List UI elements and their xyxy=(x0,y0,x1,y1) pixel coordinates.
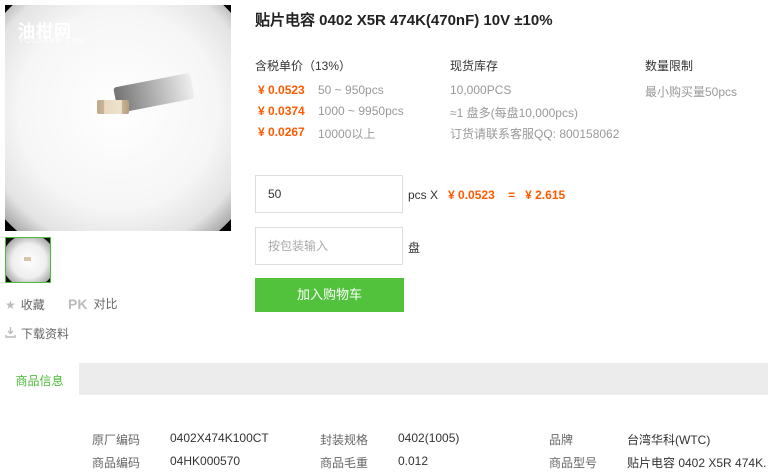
stock-quantity: 10,000PCS xyxy=(450,83,512,97)
favorite-button[interactable]: ★ 收藏 xyxy=(5,296,45,313)
download-icon xyxy=(5,326,16,341)
tier-price: ¥ 0.0374 xyxy=(258,104,305,118)
spec-value: 0402(1005) xyxy=(398,431,460,445)
tier-quantity: 1000 ~ 9950pcs xyxy=(318,104,404,118)
add-to-cart-button[interactable]: 加入购物车 xyxy=(255,278,404,312)
minimum-order: 最小购买量50pcs xyxy=(645,85,738,99)
tier-price: ¥ 0.0267 xyxy=(258,125,305,139)
quantity-input[interactable]: 50 xyxy=(255,175,403,213)
spec-label: 品牌 xyxy=(549,433,574,447)
star-icon: ★ xyxy=(5,297,16,312)
equals-sign: = xyxy=(508,188,516,202)
limit-column-header: 数量限制 xyxy=(645,59,694,73)
compare-label: 对比 xyxy=(93,297,118,311)
stock-reels: ≈1 盘多(每盘10,000pcs) xyxy=(450,106,578,120)
stock-contact: 订货请联系客服QQ: 800158062 xyxy=(450,127,620,141)
spec-value: 04HK000570 xyxy=(170,454,241,468)
spec-value: 0.012 xyxy=(398,454,429,468)
spec-label: 商品毛重 xyxy=(320,456,369,470)
product-thumbnail[interactable] xyxy=(5,237,51,283)
compare-button[interactable]: PK 对比 xyxy=(68,295,117,312)
detail-tab-bar: 商品信息 xyxy=(0,363,768,395)
spec-value: 0402X474K100CT xyxy=(170,431,269,445)
pk-icon: PK xyxy=(68,295,88,312)
price-calculation: pcs X ¥ 0.0523 = ¥ 2.615 xyxy=(408,188,565,202)
package-unit: 盘 xyxy=(408,241,421,255)
spec-label: 封装规格 xyxy=(320,433,369,447)
spec-value: 贴片电容 0402 X5R 474K. xyxy=(627,456,767,470)
tier-price: ¥ 0.0523 xyxy=(258,83,305,97)
watermark-url: YOUGANW.COM xyxy=(19,38,85,45)
stock-column-header: 现货库存 xyxy=(450,59,499,73)
favorite-label: 收藏 xyxy=(20,298,45,312)
spec-value: 台湾华科(WTC) xyxy=(627,433,711,447)
thumbnail-chip xyxy=(24,257,31,261)
total-price: ¥ 2.615 xyxy=(525,188,566,202)
spec-label: 商品型号 xyxy=(549,456,598,470)
package-quantity-input[interactable]: 按包装输入 xyxy=(255,227,403,265)
spec-label: 原厂编码 xyxy=(92,433,141,447)
product-main-image: 油柑网 YOUGANW.COM xyxy=(5,5,231,231)
capacitor-chip-image xyxy=(97,100,129,114)
tab-product-info[interactable]: 商品信息 xyxy=(0,363,79,395)
tier-quantity: 50 ~ 950pcs xyxy=(318,83,384,97)
product-title: 贴片电容 0402 X5R 474K(470nF) 10V ±10% xyxy=(255,12,553,29)
tier-quantity: 10000以上 xyxy=(318,127,376,141)
download-label: 下载资料 xyxy=(21,327,70,341)
download-datasheet-link[interactable]: 下载资料 xyxy=(5,325,69,342)
quantity-unit: pcs X xyxy=(408,188,439,202)
price-column-header: 含税单价（13%） xyxy=(255,59,352,73)
calc-unit-price: ¥ 0.0523 xyxy=(448,188,495,202)
spec-label: 商品编码 xyxy=(92,456,141,470)
